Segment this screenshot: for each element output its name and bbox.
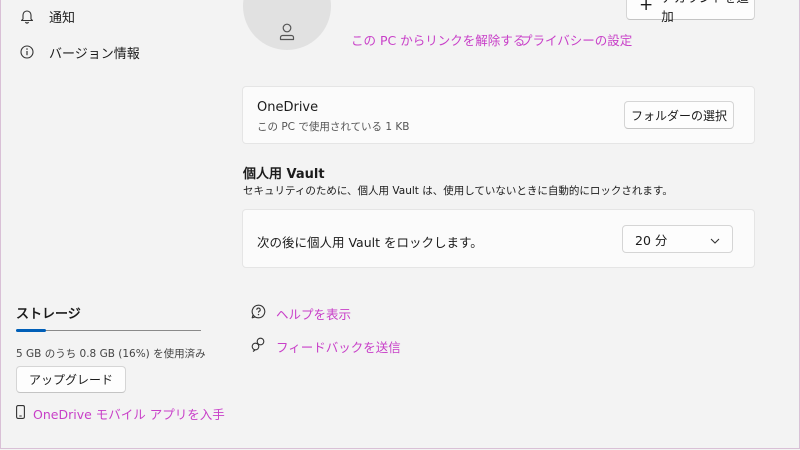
onedrive-card: OneDrive この PC で使用されている 1 KB フォルダーの選択 (242, 86, 755, 144)
sidebar-item-about[interactable]: バージョン情報 (11, 37, 211, 67)
storage-progress-fill (16, 329, 46, 332)
person-icon (279, 23, 295, 41)
avatar (243, 0, 331, 50)
add-account-label: アカウントを追加 (661, 0, 749, 24)
send-feedback-row[interactable]: フィードバックを送信 (251, 337, 401, 356)
privacy-settings-link[interactable]: プライバシーの設定 (520, 30, 632, 49)
unlink-pc-link[interactable]: この PC からリンクを解除する (351, 30, 525, 49)
feedback-icon (251, 337, 266, 356)
mobile-app-link[interactable]: OneDrive モバイル アプリを入手 (16, 404, 225, 423)
storage-title: ストレージ (16, 307, 81, 322)
storage-progress-bar (16, 329, 201, 332)
phone-icon (16, 404, 25, 423)
chevron-down-icon (710, 232, 720, 247)
add-account-button[interactable]: + アカウントを追加 (626, 0, 755, 24)
choose-folder-button[interactable]: フォルダーの選択 (624, 101, 734, 129)
plus-icon: + (639, 0, 654, 15)
onedrive-settings-window: 通知 バージョン情報 ストレージ 5 GB のうち 0.8 GB (16%) を… (0, 0, 800, 449)
vault-lock-label: 次の後に個人用 Vault をロックします。 (257, 235, 483, 250)
onedrive-title: OneDrive (257, 100, 319, 115)
show-help-row[interactable]: ヘルプを表示 (251, 304, 351, 323)
help-icon (251, 304, 266, 323)
sidebar-item-notifications[interactable]: 通知 (11, 1, 211, 31)
send-feedback-link[interactable]: フィードバックを送信 (276, 337, 401, 356)
sidebar-item-label: バージョン情報 (49, 46, 140, 62)
upgrade-button[interactable]: アップグレード (16, 366, 126, 393)
sidebar-item-label: 通知 (49, 10, 76, 26)
vault-description: セキュリティのために、個人用 Vault は、使用していないときに自動的にロック… (243, 185, 673, 197)
onedrive-usage: この PC で使用されている 1 KB (257, 121, 410, 133)
mobile-app-link-label[interactable]: OneDrive モバイル アプリを入手 (33, 404, 225, 423)
info-icon (19, 44, 35, 60)
vault-lock-time-dropdown[interactable]: 20 分 (622, 225, 733, 253)
vault-section-title: 個人用 Vault (243, 167, 325, 182)
show-help-link[interactable]: ヘルプを表示 (276, 304, 351, 323)
bell-icon (19, 8, 35, 24)
storage-usage-text: 5 GB のうち 0.8 GB (16%) を使用済み (16, 348, 206, 360)
vault-lock-time-value: 20 分 (635, 232, 668, 248)
